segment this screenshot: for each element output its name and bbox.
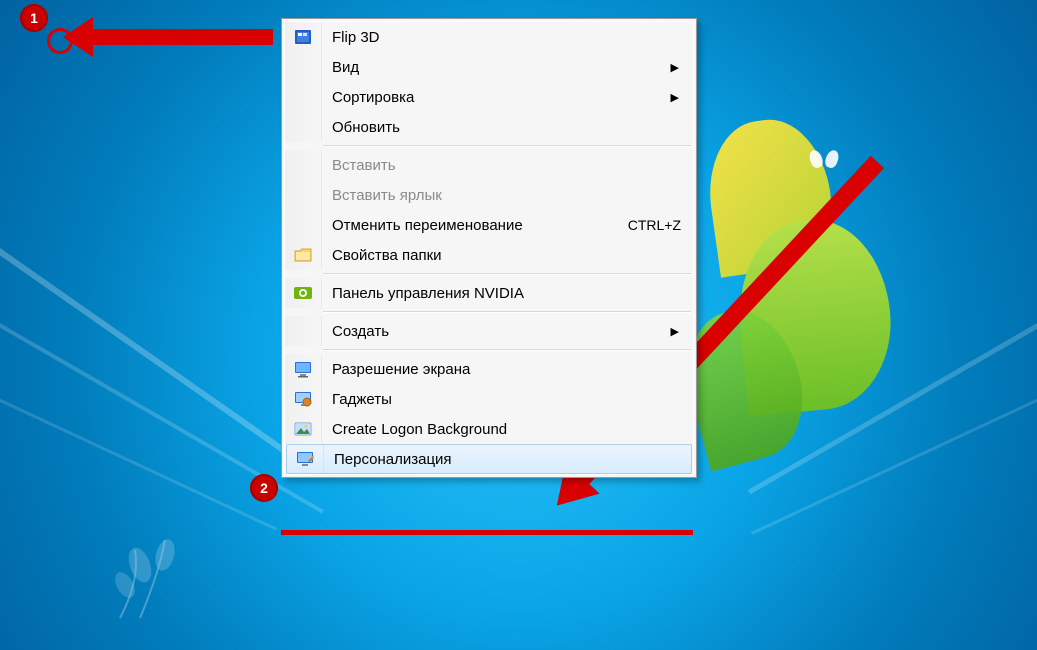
menu-item-label: Flip 3D [322,29,693,46]
menu-item-label: Вставить [322,157,693,174]
menu-separator [323,349,691,351]
desktop-wallpaper[interactable]: 1 2 Flip 3DВид▶Сортировка▶ОбновитьВстави… [0,0,1037,650]
menu-item-nvidia[interactable]: Панель управления NVIDIA [285,278,693,308]
submenu-arrow-icon: ▶ [671,91,693,104]
submenu-arrow-icon: ▶ [671,325,693,338]
logonbg-icon [285,414,322,444]
wallpaper-butterfly [810,150,838,172]
flip3d-icon [285,22,322,52]
wallpaper-leaf [670,110,890,450]
menu-item-label: Сортировка [322,89,671,106]
menu-separator [323,273,691,275]
menu-item-shortcut: CTRL+Z [628,217,693,233]
menu-item-personal[interactable]: Персонализация [286,444,692,474]
menu-icon-empty [285,112,322,142]
menu-item-pastelnk: Вставить ярлык [285,180,693,210]
menu-icon-empty [285,52,322,82]
menu-item-label: Панель управления NVIDIA [322,285,693,302]
menu-item-screenres[interactable]: Разрешение экрана [285,354,693,384]
menu-item-label: Create Logon Background [322,421,693,438]
menu-item-label: Обновить [322,119,693,136]
menu-icon-empty [285,82,322,112]
menu-item-flip3d[interactable]: Flip 3D [285,22,693,52]
annotation-badge-1: 1 [20,4,48,32]
menu-item-label: Отменить переименование [322,217,628,234]
annotation-badge-2: 2 [250,474,278,502]
menu-item-label: Гаджеты [322,391,693,408]
annotation-arrow-1 [58,12,278,72]
folderopt-icon [285,240,322,270]
menu-item-label: Вид [322,59,671,76]
menu-item-refresh[interactable]: Обновить [285,112,693,142]
menu-item-gadgets[interactable]: Гаджеты [285,384,693,414]
menu-item-label: Создать [322,323,671,340]
personal-icon [287,445,324,473]
menu-icon-empty [285,150,322,180]
right-click-marker [47,28,73,54]
menu-item-paste: Вставить [285,150,693,180]
nvidia-icon [285,278,322,308]
menu-item-sort[interactable]: Сортировка▶ [285,82,693,112]
menu-icon-empty [285,210,322,240]
menu-item-label: Разрешение экрана [322,361,693,378]
menu-item-new[interactable]: Создать▶ [285,316,693,346]
gadgets-icon [285,384,322,414]
menu-item-logonbg[interactable]: Create Logon Background [285,414,693,444]
menu-separator [323,311,691,313]
wallpaper-plant [110,530,230,620]
menu-item-undo[interactable]: Отменить переименованиеCTRL+Z [285,210,693,240]
screenres-icon [285,354,322,384]
menu-separator [323,145,691,147]
annotation-underline [281,530,693,535]
menu-icon-empty [285,180,322,210]
menu-item-label: Персонализация [324,451,691,468]
menu-item-label: Свойства папки [322,247,693,264]
submenu-arrow-icon: ▶ [671,61,693,74]
menu-item-folderopt[interactable]: Свойства папки [285,240,693,270]
menu-item-view[interactable]: Вид▶ [285,52,693,82]
menu-item-label: Вставить ярлык [322,187,693,204]
desktop-context-menu: Flip 3DВид▶Сортировка▶ОбновитьВставитьВс… [281,18,697,478]
menu-icon-empty [285,316,322,346]
